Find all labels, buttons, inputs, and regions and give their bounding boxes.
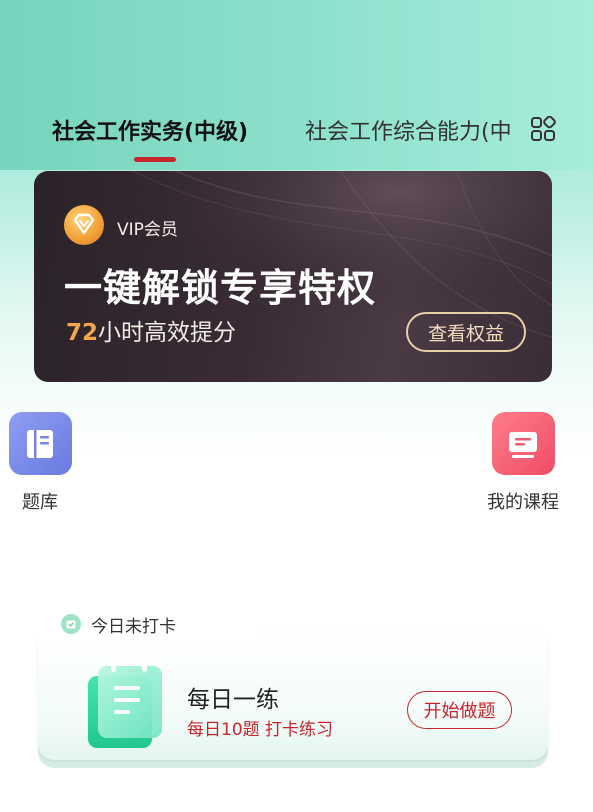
vip-label: VIP会员 [117, 220, 178, 240]
grid-icon[interactable] [528, 114, 558, 144]
vip-subtitle-text: 小时高效提分 [98, 320, 237, 346]
tab-practice-intermediate[interactable]: 社会工作实务(中级) [52, 114, 248, 146]
daily-practice-card: 今日未打卡 每日一练 每日10题 打卡练习 开始做题 [36, 598, 550, 770]
subject-tabs: 社会工作实务(中级) 社会工作综合能力(中 [0, 110, 593, 170]
my-courses-label: 我的课程 [487, 492, 559, 513]
daily-practice-title: 每日一练 [187, 687, 279, 713]
book-icon [8, 412, 72, 475]
question-bank-label: 题库 [22, 492, 58, 513]
my-courses-entry[interactable]: 我的课程 [478, 412, 568, 514]
checkin-status-text: 今日未打卡 [91, 617, 176, 637]
active-tab-indicator [134, 157, 176, 162]
question-bank-entry[interactable]: 题库 [0, 412, 85, 514]
daily-practice-subtitle: 每日10题 打卡练习 [187, 720, 334, 740]
vip-title: 一键解锁专享特权 [64, 266, 377, 310]
calendar-clipboard-icon [88, 660, 162, 748]
calendar-check-icon [61, 614, 81, 634]
diamond-icon [64, 205, 104, 245]
vip-banner[interactable]: VIP会员 一键解锁专享特权 72小时高效提分 查看权益 [34, 171, 552, 382]
tab-comprehensive-ability[interactable]: 社会工作综合能力(中 [305, 114, 515, 146]
vip-hours-highlight: 72 [66, 320, 99, 346]
vip-subtitle: 72小时高效提分 [66, 313, 236, 347]
course-icon [491, 412, 555, 475]
start-practice-button[interactable]: 开始做题 [407, 691, 512, 729]
view-benefits-button[interactable]: 查看权益 [406, 312, 526, 352]
